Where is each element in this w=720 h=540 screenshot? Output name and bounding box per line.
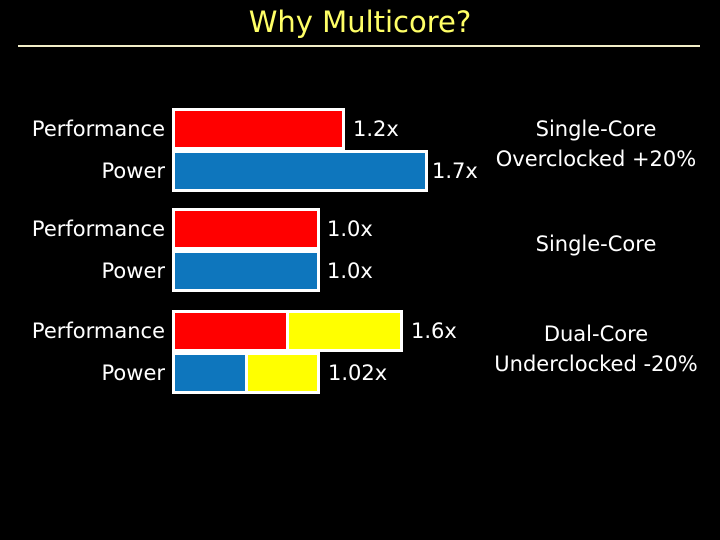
caption-line: Single-Core	[535, 117, 657, 141]
title-divider	[18, 45, 700, 47]
row-label-performance: Performance	[31, 117, 165, 141]
bar-segment-core-2	[286, 313, 400, 349]
slide-why-multicore: Why Multicore? Performance 1.2x Power 1.…	[0, 0, 720, 540]
bar-value-power: 1.02x	[328, 361, 388, 385]
slide-title: Why Multicore?	[248, 5, 472, 39]
bar-power	[172, 250, 320, 292]
bar-power	[172, 352, 320, 394]
caption-line: Dual-Core	[543, 322, 649, 346]
bar-performance	[172, 208, 320, 250]
bar-value-performance: 1.6x	[411, 319, 457, 343]
bar-segment-core-1	[175, 313, 286, 349]
bar-performance	[172, 108, 345, 150]
bar-value-performance: 1.0x	[327, 217, 373, 241]
bar-segment-core	[175, 153, 425, 189]
bar-segment-core	[175, 111, 342, 147]
bar-performance	[172, 310, 403, 352]
row-label-performance: Performance	[31, 319, 165, 343]
bar-value-performance: 1.2x	[353, 117, 399, 141]
group-caption-1: Single-Core Overclocked +20%	[478, 114, 714, 174]
row-label-power: Power	[101, 159, 166, 183]
bar-segment-core	[175, 253, 317, 289]
bar-segment-core-1	[175, 355, 245, 391]
bar-segment-core	[175, 211, 317, 247]
bar-value-power: 1.0x	[327, 259, 373, 283]
caption-line: Overclocked +20%	[495, 147, 697, 171]
caption-line: Underclocked -20%	[494, 352, 698, 376]
bar-value-power: 1.7x	[432, 159, 478, 183]
row-label-power: Power	[101, 259, 166, 283]
row-label-power: Power	[101, 361, 166, 385]
caption-line: Single-Core	[535, 232, 657, 256]
bar-segment-core-2	[244, 355, 317, 391]
group-caption-3: Dual-Core Underclocked -20%	[478, 319, 714, 379]
group-caption-2: Single-Core	[478, 229, 714, 259]
bar-power	[172, 150, 428, 192]
row-label-performance: Performance	[31, 217, 165, 241]
